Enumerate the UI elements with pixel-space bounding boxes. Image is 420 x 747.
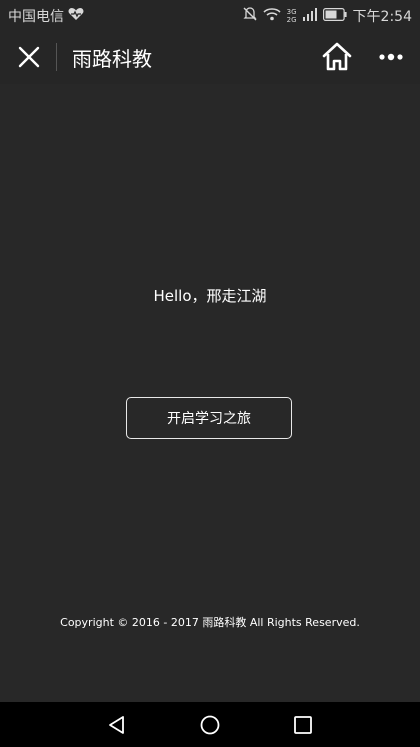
heart-health-icon bbox=[68, 7, 84, 25]
signal-icon bbox=[302, 7, 317, 25]
back-triangle-icon[interactable] bbox=[106, 714, 128, 736]
status-bar: 中国电信 3G 2G 下午2:54 bbox=[0, 0, 420, 30]
start-learning-label: 开启学习之旅 bbox=[167, 411, 251, 427]
recent-square-icon[interactable] bbox=[292, 714, 314, 736]
mute-icon bbox=[243, 6, 257, 26]
carrier-name: 中国电信 bbox=[8, 9, 64, 25]
close-icon[interactable] bbox=[14, 42, 44, 72]
page-title: 雨路科教 bbox=[72, 47, 152, 71]
system-nav-bar bbox=[0, 702, 420, 747]
greeting-text: Hello，邢走江湖 bbox=[153, 287, 267, 305]
home-circle-icon[interactable] bbox=[199, 714, 221, 736]
status-icons: 3G 2G 下午2:54 bbox=[243, 6, 412, 26]
battery-icon bbox=[322, 7, 347, 25]
more-icon[interactable] bbox=[376, 45, 406, 69]
home-icon[interactable] bbox=[321, 41, 353, 73]
top-nav-bar: 雨路科教 bbox=[0, 30, 420, 84]
start-learning-button[interactable]: 开启学习之旅 bbox=[126, 397, 292, 439]
network-type-bottom: 2G bbox=[286, 16, 297, 24]
nav-divider bbox=[56, 43, 57, 71]
carrier-group: 中国电信 bbox=[8, 6, 84, 26]
network-type-top: 3G bbox=[286, 8, 297, 16]
copyright-text: Copyright © 2016 - 2017 雨路科教 All Rights … bbox=[60, 616, 360, 629]
network-type: 3G 2G bbox=[287, 8, 297, 24]
status-time: 下午2:54 bbox=[352, 9, 412, 25]
wifi-icon bbox=[263, 7, 281, 25]
